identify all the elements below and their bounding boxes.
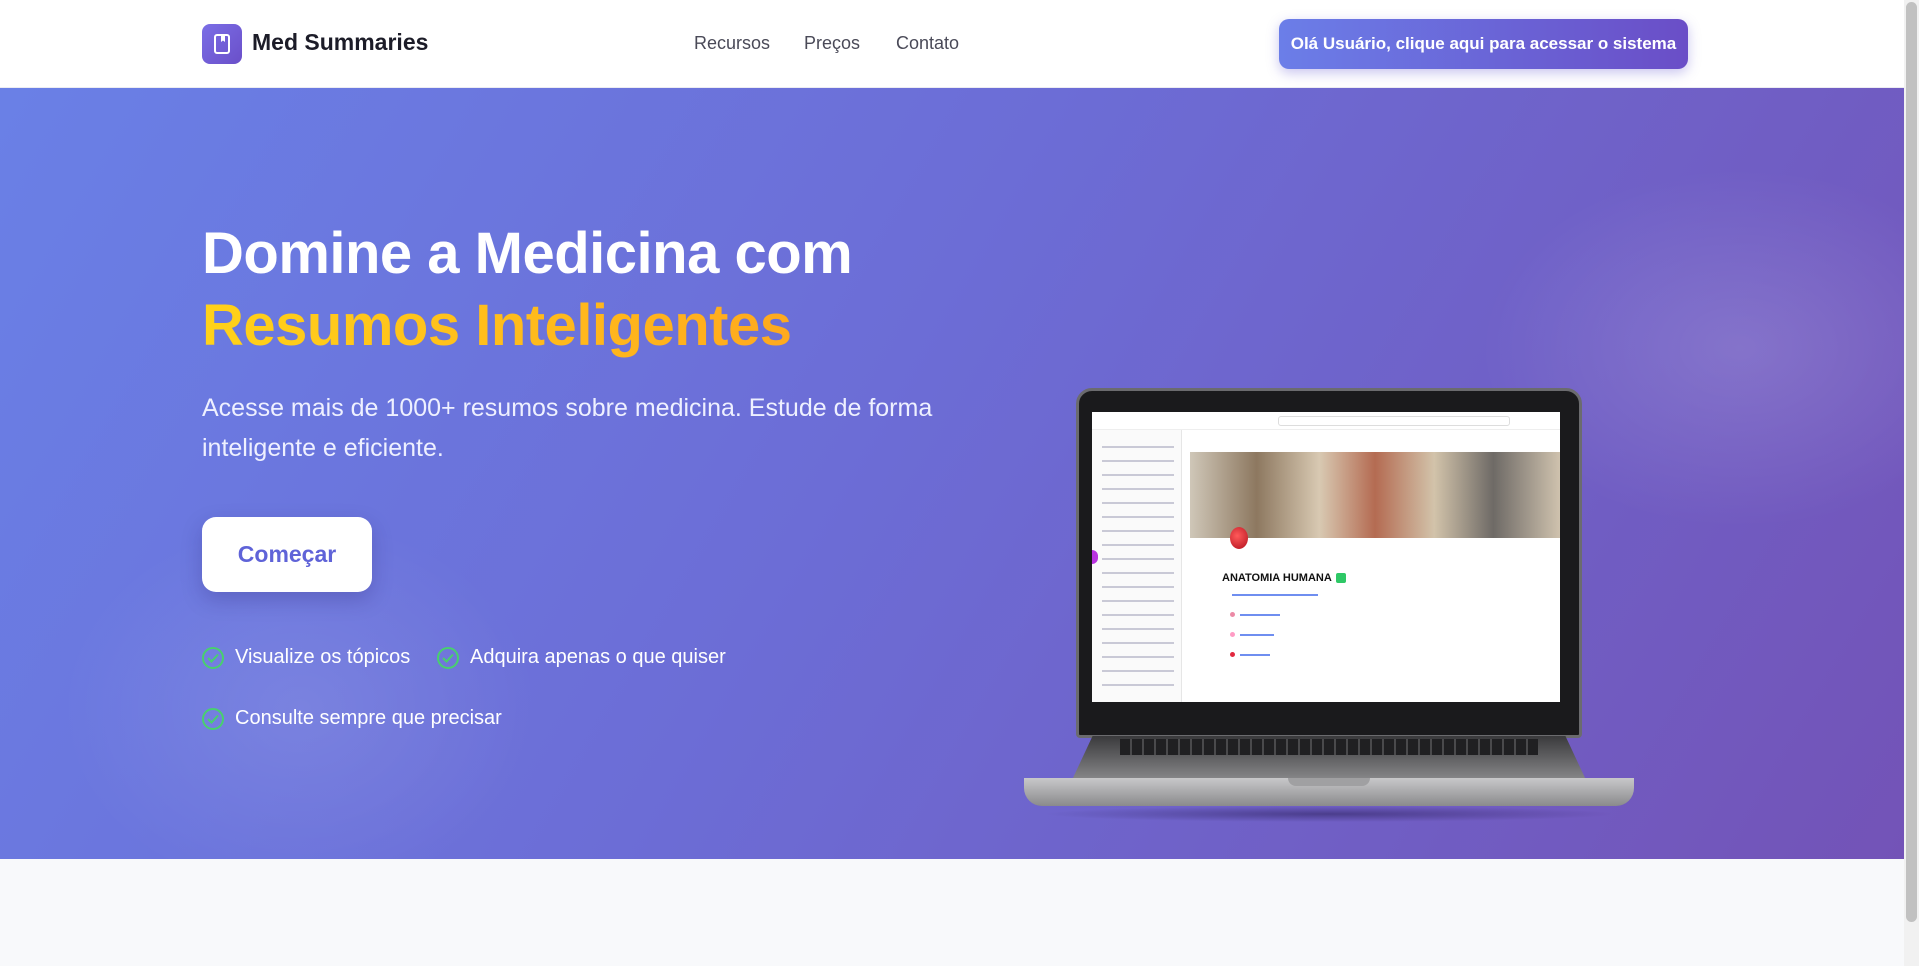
- nav-link-recursos[interactable]: Recursos: [694, 33, 770, 54]
- hero-section: Domine a Medicina com Resumos Inteligent…: [0, 88, 1904, 859]
- access-system-button[interactable]: Olá Usuário, clique aqui para acessar o …: [1279, 19, 1688, 69]
- feature-label: Visualize os tópicos: [235, 646, 411, 668]
- laptop-preview-image: ANATOMIA HUMANA: [1024, 298, 1634, 822]
- preview-link: [1240, 614, 1280, 616]
- site-header: Med Summaries Recursos Preços Contato Ol…: [0, 0, 1904, 88]
- brand-name[interactable]: Med Summaries: [252, 29, 428, 56]
- headline-line1: Domine a Medicina com: [202, 221, 853, 286]
- feature-item: Adquira apenas o que quiser: [437, 646, 726, 669]
- preview-sidebar: [1092, 430, 1182, 702]
- check-circle-icon: [202, 646, 224, 669]
- check-circle-icon: [437, 646, 459, 669]
- preview-anatomy-banner: [1190, 452, 1560, 538]
- logo-icon[interactable]: [202, 24, 242, 64]
- laptop-notch: [1288, 778, 1370, 786]
- book-icon: [214, 34, 230, 54]
- nav-link-contato[interactable]: Contato: [896, 33, 959, 54]
- heart-icon: [1230, 527, 1248, 549]
- preview-link: [1240, 634, 1274, 636]
- preview-link: [1240, 654, 1270, 656]
- preview-topbar: [1092, 412, 1560, 430]
- feature-label: Adquira apenas o que quiser: [470, 646, 726, 668]
- feature-label: Consulte sempre que precisar: [235, 707, 502, 729]
- check-circle-icon: [202, 707, 224, 730]
- laptop-keys: [1120, 739, 1538, 755]
- laptop-screen: ANATOMIA HUMANA: [1092, 412, 1560, 702]
- headline-highlight: Resumos Inteligentes: [202, 290, 852, 362]
- feature-item: Visualize os tópicos: [202, 646, 410, 669]
- nav-link-precos[interactable]: Preços: [804, 33, 860, 54]
- hero-headline: Domine a Medicina com Resumos Inteligent…: [202, 218, 853, 362]
- hero-subtitle: Acesse mais de 1000+ resumos sobre medic…: [202, 394, 933, 462]
- scrollbar-thumb[interactable]: [1906, 2, 1917, 922]
- verified-badge-icon: [1335, 573, 1346, 584]
- preview-title: ANATOMIA HUMANA: [1222, 572, 1346, 584]
- preview-search-bar: [1278, 416, 1510, 426]
- feature-item: Consulte sempre que precisar: [202, 707, 502, 730]
- start-button[interactable]: Começar: [202, 517, 372, 592]
- preview-link: [1232, 594, 1318, 596]
- laptop-shadow: [1044, 806, 1614, 822]
